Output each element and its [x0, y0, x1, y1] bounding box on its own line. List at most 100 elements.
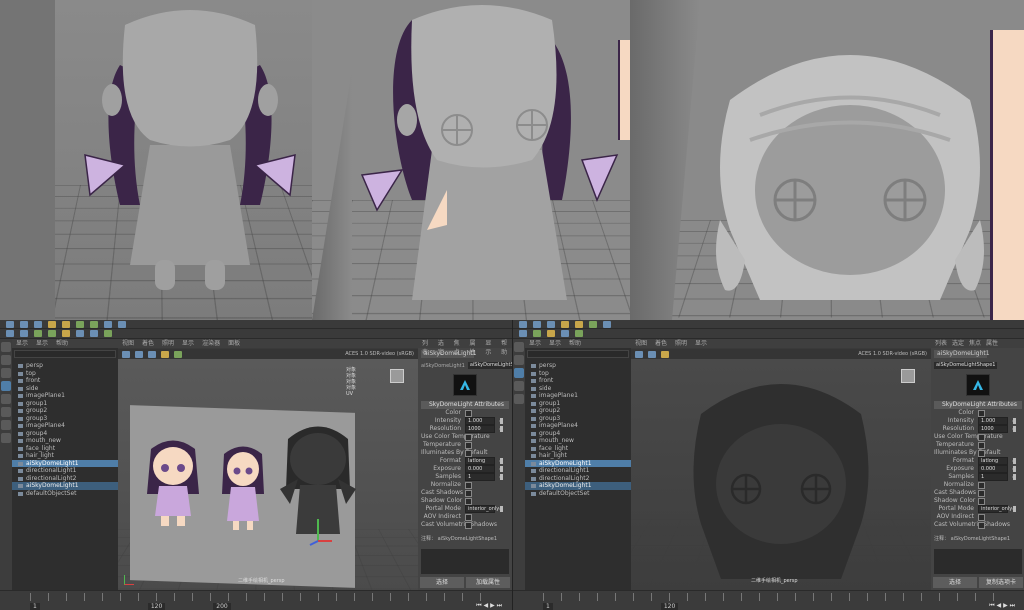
panel-menu-renderer[interactable]: 渲染器	[202, 339, 220, 348]
outliner-item[interactable]: side	[12, 385, 118, 393]
ae-menu-show[interactable]: 显示	[485, 339, 496, 356]
view-cube[interactable]	[390, 369, 404, 383]
ae-attribute-slider[interactable]	[1012, 426, 1017, 432]
select-tool-icon[interactable]	[48, 320, 56, 328]
outliner-item[interactable]: top	[525, 370, 631, 378]
ae-notes-area[interactable]	[934, 549, 1022, 574]
outliner-item[interactable]: group3	[525, 415, 631, 423]
outliner-item[interactable]: hair_light	[525, 452, 631, 460]
time-ruler[interactable]	[30, 593, 492, 601]
lights-icon[interactable]	[161, 350, 169, 358]
render-icon[interactable]	[603, 320, 611, 328]
shelf-tool-icon[interactable]	[48, 330, 56, 337]
ae-section-header[interactable]: SkyDomeLight Attributes	[934, 401, 1022, 409]
outliner-item[interactable]: group4	[12, 430, 118, 438]
outliner-item[interactable]: mouth_new	[525, 437, 631, 445]
outliner-item[interactable]: group2	[525, 407, 631, 415]
ae-checkbox[interactable]	[465, 513, 472, 521]
ae-attribute-slider[interactable]	[499, 426, 504, 432]
scale-icon[interactable]	[1, 407, 11, 417]
outliner-item[interactable]: hair_light	[12, 452, 118, 460]
ae-node-tab[interactable]: aiSkyDomeLight1	[421, 350, 477, 358]
ae-menu-attributes[interactable]: 属性	[469, 339, 480, 356]
rotate-icon[interactable]	[514, 381, 524, 391]
render-icon[interactable]	[104, 320, 112, 328]
ae-checkbox[interactable]	[465, 409, 472, 417]
panel-menu-panels[interactable]: 面板	[228, 339, 240, 348]
viewport-back-view[interactable]	[0, 0, 312, 320]
save-scene-icon[interactable]	[547, 320, 555, 328]
ae-attribute-field[interactable]: 0.000	[465, 465, 495, 473]
ae-menu-attributes[interactable]: 属性	[986, 339, 998, 348]
panel-menu-lighting[interactable]: 照明	[162, 339, 174, 348]
outliner-item[interactable]: imagePlane4	[525, 422, 631, 430]
ae-attribute-slider[interactable]	[499, 474, 504, 480]
ae-checkbox[interactable]	[978, 497, 985, 505]
outliner-item[interactable]: group1	[525, 400, 631, 408]
ae-menu-list[interactable]: 列表	[422, 339, 433, 356]
ae-attribute-field[interactable]: latlong	[978, 457, 1008, 465]
panel-menu-shading[interactable]: 着色	[655, 339, 667, 348]
new-scene-icon[interactable]	[519, 320, 527, 328]
ae-checkbox[interactable]	[465, 449, 472, 457]
ae-checkbox[interactable]	[978, 441, 985, 449]
play-controls[interactable]: ⏮ ◀ ▶ ⏭	[476, 602, 502, 610]
ae-attribute-field[interactable]: 0.000	[978, 465, 1008, 473]
ae-attribute-field[interactable]: latlong	[465, 457, 495, 465]
ae-attribute-field[interactable]: interior_only	[978, 505, 1012, 513]
ae-menu-focus[interactable]: 焦点	[969, 339, 981, 348]
ae-attribute-field[interactable]: interior_only	[465, 505, 499, 513]
snap-grid-icon[interactable]	[589, 320, 597, 328]
new-scene-icon[interactable]	[6, 320, 14, 328]
outliner-item[interactable]: mouth_new	[12, 437, 118, 445]
ae-attribute-field[interactable]: 1	[978, 473, 1008, 481]
move-icon[interactable]	[514, 368, 524, 378]
isolate-icon[interactable]	[174, 350, 182, 358]
outliner-item[interactable]: top	[12, 370, 118, 378]
shelf-tool-icon[interactable]	[6, 330, 14, 337]
shelf-tool-icon[interactable]	[90, 330, 98, 337]
time-slider[interactable]: 1 120 ⏮ ◀ ▶ ⏭	[513, 590, 1024, 610]
ae-attribute-slider[interactable]	[1012, 506, 1017, 512]
ae-attribute-field[interactable]: 1.000	[978, 417, 1008, 425]
outliner-menu-display[interactable]: 显示	[529, 339, 541, 348]
ae-checkbox[interactable]	[978, 449, 985, 457]
outliner-item[interactable]: imagePlane4	[12, 422, 118, 430]
lasso-icon[interactable]	[514, 355, 524, 365]
panel-menu-show[interactable]: 显示	[182, 339, 194, 348]
outliner-item[interactable]: group2	[12, 407, 118, 415]
ae-checkbox[interactable]	[978, 513, 985, 521]
outliner-item[interactable]: face_light	[525, 445, 631, 453]
snap-curve-icon[interactable]	[90, 320, 98, 328]
outliner-search-field[interactable]	[14, 350, 116, 358]
ae-attribute-slider[interactable]	[1012, 474, 1017, 480]
panel-menu-shading[interactable]: 着色	[142, 339, 154, 348]
outliner-item[interactable]: group1	[12, 400, 118, 408]
move-icon[interactable]	[1, 381, 11, 391]
shelf-tool-icon[interactable]	[547, 330, 555, 337]
playback-end-field[interactable]: 200	[213, 602, 231, 610]
layout-single-icon[interactable]	[1, 420, 11, 430]
ae-checkbox[interactable]	[465, 489, 472, 497]
outliner-item[interactable]: persp	[12, 362, 118, 370]
move-tool-icon[interactable]	[575, 320, 583, 328]
3d-viewport[interactable]: 对象 对象 对象 对象 UV 二维手绘相机_persp	[118, 359, 418, 590]
ae-attribute-slider[interactable]	[1012, 458, 1017, 464]
ae-checkbox[interactable]	[465, 441, 472, 449]
time-ruler[interactable]	[543, 593, 1005, 601]
ae-menu-focus[interactable]: 焦点	[454, 339, 465, 356]
outliner-item[interactable]: directionalLight2	[12, 475, 118, 483]
ae-menu-selected[interactable]: 选定	[952, 339, 964, 348]
viewport-closeup-view[interactable]	[630, 0, 1024, 320]
ae-menu-help[interactable]: 帮助	[501, 339, 512, 356]
ae-checkbox[interactable]	[465, 481, 472, 489]
rotate-icon[interactable]	[1, 394, 11, 404]
3d-viewport[interactable]: 二维手绘相机_persp	[631, 359, 931, 590]
camera-icon[interactable]	[122, 350, 130, 358]
viewport-front-view[interactable]	[312, 0, 630, 320]
shelf-tool-icon[interactable]	[34, 330, 42, 337]
shelf-tool-icon[interactable]	[62, 330, 70, 337]
outliner-menu-show[interactable]: 显示	[36, 339, 48, 348]
scale-icon[interactable]	[514, 394, 524, 404]
outliner-item[interactable]: side	[525, 385, 631, 393]
